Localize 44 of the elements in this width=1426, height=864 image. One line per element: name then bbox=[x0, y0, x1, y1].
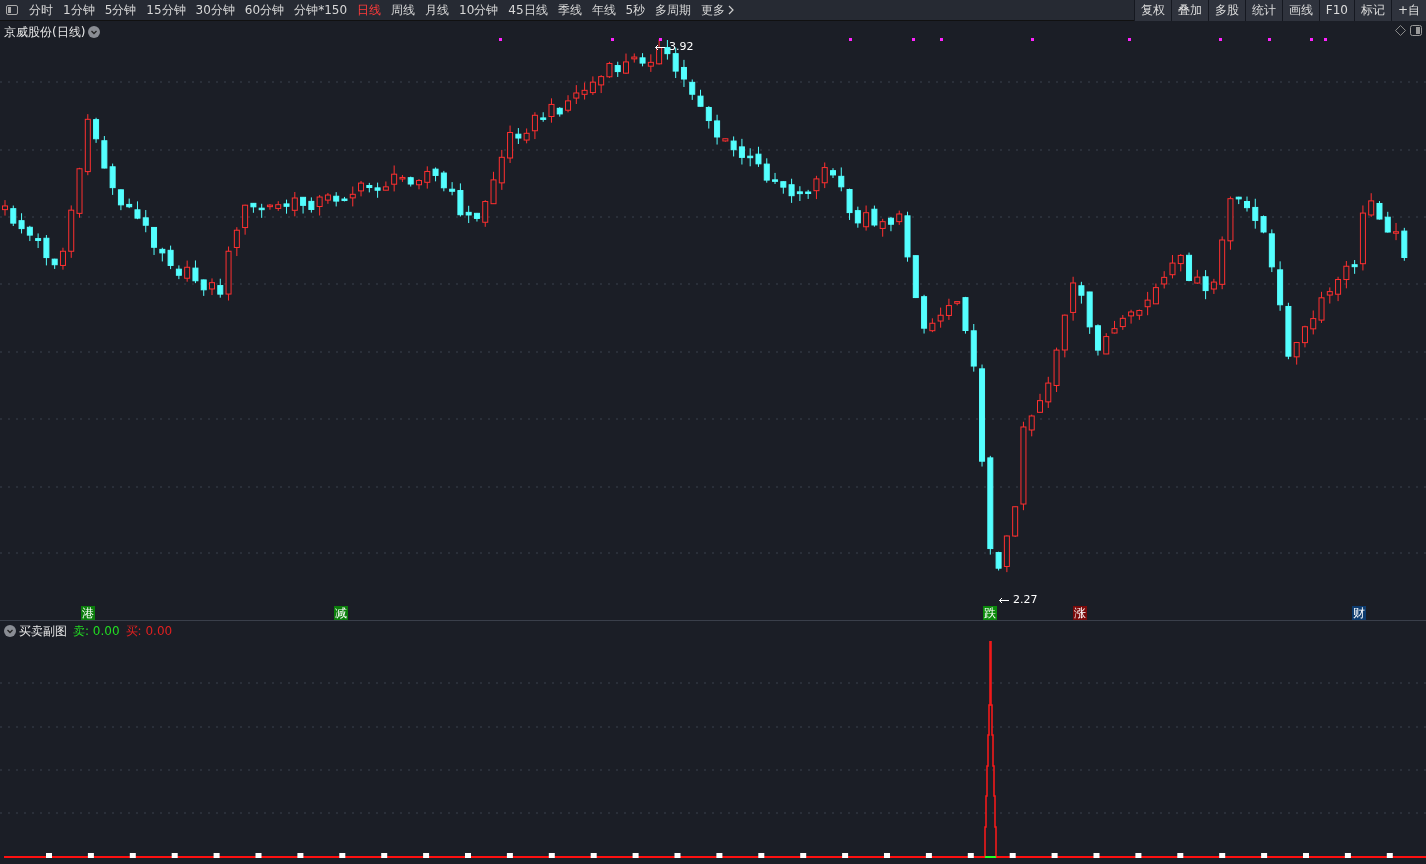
arrow-icon bbox=[998, 596, 1010, 604]
chevron-icon bbox=[728, 5, 735, 15]
toolbar-button[interactable]: F10 bbox=[1318, 0, 1354, 21]
low-price-label: 2.27 bbox=[1013, 592, 1038, 608]
event-marker[interactable]: 港 bbox=[81, 606, 95, 620]
period-tab[interactable]: 60分钟 bbox=[239, 0, 290, 21]
indicator-reading: 买: 0.00 bbox=[125, 623, 173, 640]
period-tab[interactable]: 10分钟 bbox=[454, 0, 504, 21]
toolbar-button[interactable]: +自 bbox=[1390, 0, 1426, 21]
chart-title: 买卖副图 bbox=[19, 623, 67, 640]
indicator-reading: 卖: 0.00 bbox=[73, 623, 120, 640]
sidebar-toggle-icon[interactable] bbox=[6, 5, 18, 15]
dropdown-icon[interactable] bbox=[4, 625, 16, 637]
event-marker[interactable]: 财 bbox=[1352, 606, 1366, 620]
chart-title: 京威股份(日线) bbox=[4, 24, 86, 41]
arrow-icon bbox=[654, 43, 666, 51]
period-tab[interactable]: 日线 bbox=[352, 0, 387, 21]
event-marker[interactable]: 涨 bbox=[1073, 606, 1087, 620]
period-tab[interactable]: 月线 bbox=[420, 0, 455, 21]
period-tab[interactable]: 1分钟 bbox=[58, 0, 100, 21]
period-tab[interactable]: 45日线 bbox=[503, 0, 553, 21]
toolbar-button[interactable]: 画线 bbox=[1281, 0, 1319, 21]
toolbar-button[interactable]: 统计 bbox=[1244, 0, 1282, 21]
more-menu[interactable]: 更多 bbox=[696, 0, 740, 21]
period-tab[interactable]: 季线 bbox=[552, 0, 587, 21]
period-tab[interactable]: 15分钟 bbox=[141, 0, 191, 21]
toolbar-button[interactable]: 多股 bbox=[1207, 0, 1245, 21]
high-price-label: 3.92 bbox=[669, 39, 694, 55]
period-tab[interactable]: 分时 bbox=[24, 0, 58, 21]
event-marker[interactable]: 跌 bbox=[983, 606, 997, 620]
diamond-icon[interactable] bbox=[1395, 25, 1406, 36]
toolbar-button[interactable]: 复权 bbox=[1133, 0, 1171, 21]
event-marker[interactable]: 减 bbox=[334, 606, 348, 620]
period-tab[interactable]: 年线 bbox=[586, 0, 621, 21]
period-tab[interactable]: 5分钟 bbox=[99, 0, 142, 21]
toolbar-button[interactable]: 叠加 bbox=[1170, 0, 1208, 21]
dropdown-icon[interactable] bbox=[88, 26, 101, 38]
period-tab[interactable]: 5秒 bbox=[620, 0, 651, 21]
period-tab[interactable]: 周线 bbox=[386, 0, 421, 21]
toolbar-button[interactable]: 标记 bbox=[1353, 0, 1391, 21]
period-tab[interactable]: 30分钟 bbox=[190, 0, 240, 21]
period-tab[interactable]: 多周期 bbox=[650, 0, 697, 21]
panel-toggle-icon[interactable] bbox=[1410, 25, 1422, 36]
period-tab[interactable]: 分钟*150 bbox=[289, 0, 353, 21]
